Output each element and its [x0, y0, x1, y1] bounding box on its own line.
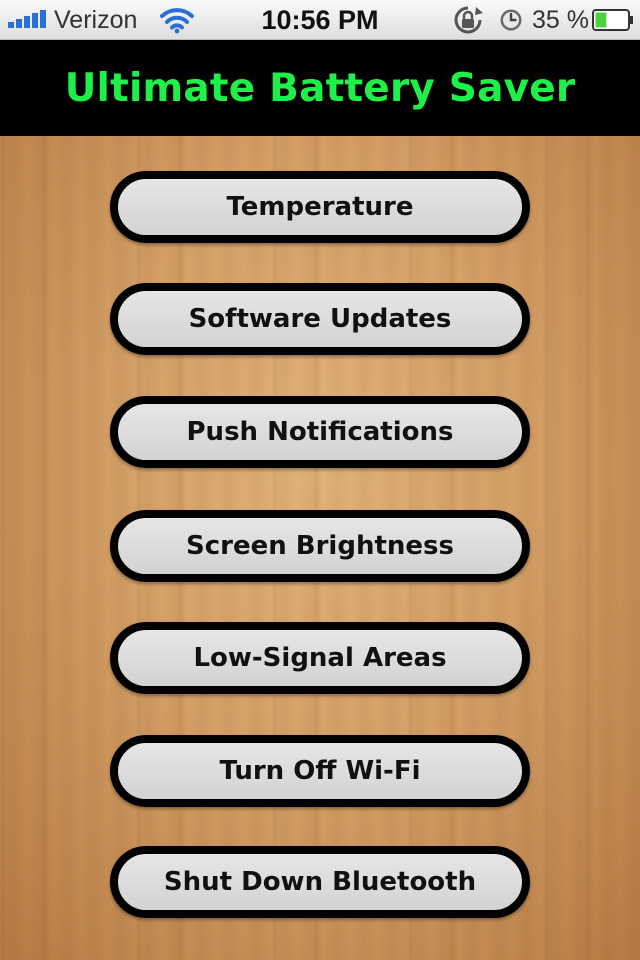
- battery-percent: 35 %: [532, 6, 589, 34]
- button-label: Low-Signal Areas: [193, 643, 447, 673]
- temperature-button[interactable]: Temperature: [110, 171, 530, 243]
- menu-area: Temperature Software Updates Push Notifi…: [0, 136, 640, 960]
- app-title: Ultimate Battery Saver: [64, 65, 576, 111]
- rotation-lock-icon: [454, 6, 483, 34]
- shut-down-bluetooth-button[interactable]: Shut Down Bluetooth: [110, 846, 530, 918]
- button-label: Screen Brightness: [186, 531, 454, 561]
- button-label: Shut Down Bluetooth: [163, 867, 477, 897]
- status-bar: Verizon 10:56 PM 35 %: [0, 0, 640, 40]
- app-screen: Verizon 10:56 PM 35 % Ultimate Battery S: [0, 0, 640, 960]
- button-label: Software Updates: [188, 304, 452, 334]
- title-bar: Ultimate Battery Saver: [0, 40, 640, 136]
- button-label: Turn Off Wi-Fi: [219, 756, 421, 786]
- turn-off-wifi-button[interactable]: Turn Off Wi-Fi: [110, 735, 530, 807]
- alarm-icon: [500, 9, 522, 31]
- low-signal-areas-button[interactable]: Low-Signal Areas: [110, 622, 530, 694]
- software-updates-button[interactable]: Software Updates: [110, 283, 530, 355]
- button-label: Push Notifications: [186, 417, 454, 447]
- push-notifications-button[interactable]: Push Notifications: [110, 396, 530, 468]
- battery-icon: [592, 9, 633, 31]
- screen-brightness-button[interactable]: Screen Brightness: [110, 510, 530, 582]
- button-label: Temperature: [226, 192, 414, 222]
